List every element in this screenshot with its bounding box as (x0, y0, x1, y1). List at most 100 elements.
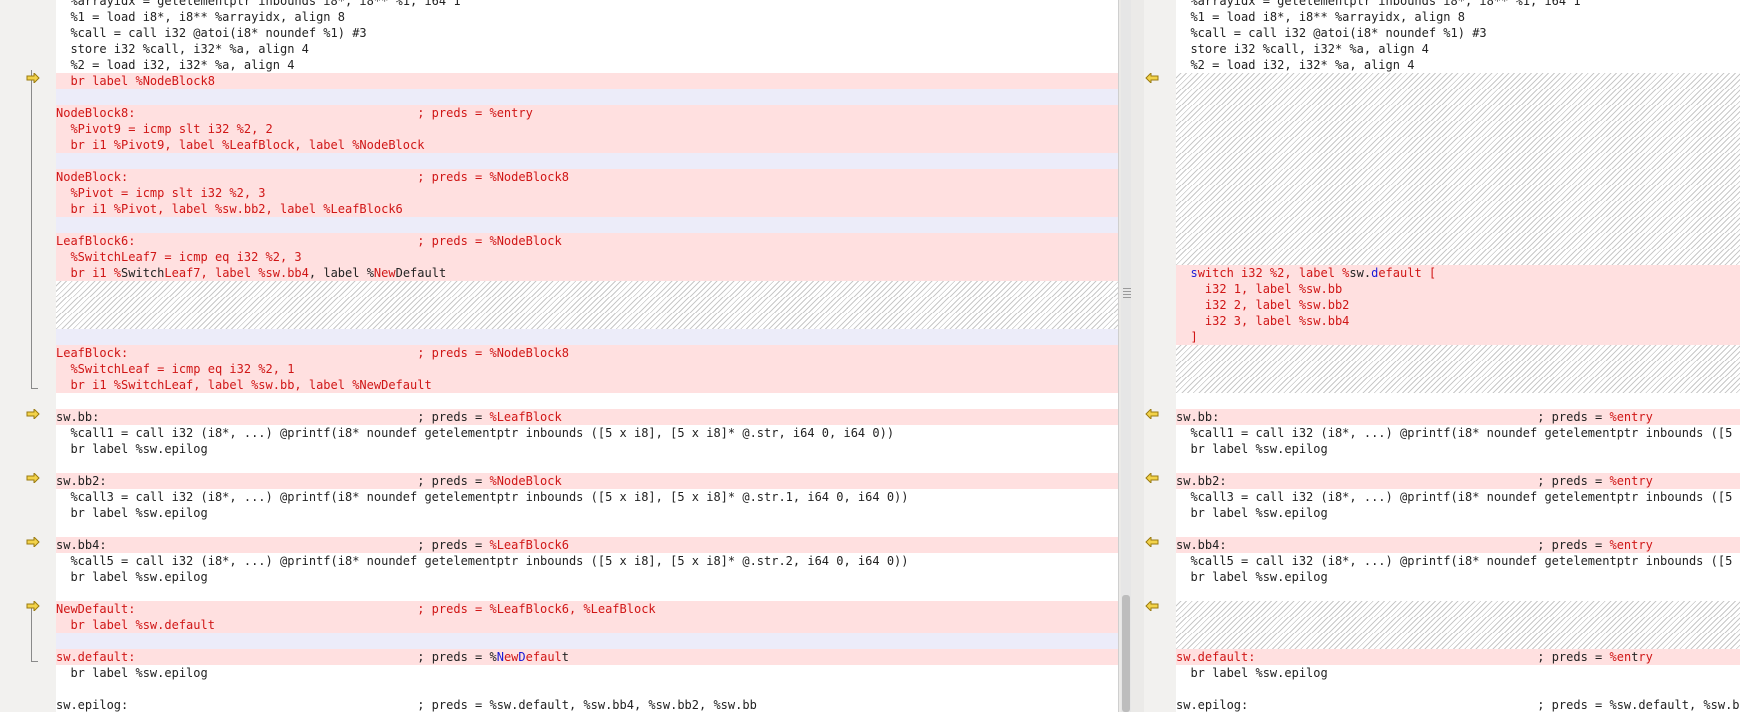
code-line[interactable] (56, 329, 1118, 345)
left-code-area[interactable]: %arrayidx = getelementptr inbounds i8*, … (56, 0, 1118, 712)
code-line[interactable]: LeafBlock: ; preds = %NodeBlock8 (56, 345, 1118, 361)
code-line[interactable]: NodeBlock8: ; preds = %entry (56, 105, 1118, 121)
code-line[interactable] (1176, 137, 1740, 153)
code-line[interactable]: br label %sw.epilog (1176, 441, 1740, 457)
scrollbar-thumb[interactable] (1122, 595, 1130, 712)
code-line[interactable]: sw.default: ; preds = %entry (1176, 649, 1740, 665)
code-line[interactable]: i32 1, label %sw.bb (1176, 281, 1740, 297)
code-line[interactable]: sw.bb4: ; preds = %LeafBlock6 (56, 537, 1118, 553)
code-line[interactable] (56, 585, 1118, 601)
code-line[interactable]: i32 3, label %sw.bb4 (1176, 313, 1740, 329)
code-line[interactable]: %2 = load i32, i32* %a, align 4 (1176, 57, 1740, 73)
code-line[interactable] (56, 457, 1118, 473)
code-line[interactable]: store i32 %call, i32* %a, align 4 (56, 41, 1118, 57)
code-line[interactable]: sw.bb2: ; preds = %entry (1176, 473, 1740, 489)
right-diff-pane[interactable]: %arrayidx = getelementptr inbounds i8*, … (1144, 0, 1740, 712)
arrow-left-icon[interactable] (1145, 409, 1159, 419)
code-line[interactable]: sw.bb: ; preds = %entry (1176, 409, 1740, 425)
code-line[interactable] (1176, 617, 1740, 633)
code-line[interactable] (1176, 681, 1740, 697)
code-line[interactable] (1176, 73, 1740, 89)
code-line[interactable] (1176, 585, 1740, 601)
code-line[interactable] (56, 521, 1118, 537)
code-line[interactable]: sw.epilog: ; preds = %sw.default, %sw.bb… (56, 697, 1118, 712)
code-line[interactable]: br label %sw.epilog (1176, 505, 1740, 521)
code-line[interactable]: br i1 %SwitchLeaf7, label %sw.bb4, label… (56, 265, 1118, 281)
code-line[interactable]: %Pivot = icmp slt i32 %2, 3 (56, 185, 1118, 201)
arrow-right-icon[interactable] (26, 601, 40, 611)
code-line[interactable] (56, 281, 1118, 297)
code-line[interactable]: br label %sw.epilog (1176, 665, 1740, 681)
code-line[interactable]: br label %sw.epilog (56, 569, 1118, 585)
left-diff-pane[interactable]: %arrayidx = getelementptr inbounds i8*, … (0, 0, 1118, 712)
code-line[interactable]: %Pivot9 = icmp slt i32 %2, 2 (56, 121, 1118, 137)
code-line[interactable] (1176, 89, 1740, 105)
arrow-left-icon[interactable] (1145, 73, 1159, 83)
code-line[interactable]: %call1 = call i32 (i8*, ...) @printf(i8*… (56, 425, 1118, 441)
code-line[interactable]: NewDefault: ; preds = %LeafBlock6, %Leaf… (56, 601, 1118, 617)
right-code-area[interactable]: %arrayidx = getelementptr inbounds i8*, … (1176, 0, 1740, 712)
code-line[interactable]: store i32 %call, i32* %a, align 4 (1176, 41, 1740, 57)
code-line[interactable]: br i1 %Pivot, label %sw.bb2, label %Leaf… (56, 201, 1118, 217)
code-line[interactable]: br label %sw.epilog (56, 441, 1118, 457)
code-line[interactable] (56, 681, 1118, 697)
code-line[interactable] (56, 297, 1118, 313)
code-line[interactable]: %arrayidx = getelementptr inbounds i8*, … (56, 0, 1118, 9)
arrow-left-icon[interactable] (1145, 537, 1159, 547)
code-line[interactable]: %arrayidx = getelementptr inbounds i8*, … (1176, 0, 1740, 9)
code-line[interactable] (1176, 377, 1740, 393)
code-line[interactable] (1176, 345, 1740, 361)
code-line[interactable]: %call = call i32 @atoi(i8* noundef %1) #… (56, 25, 1118, 41)
code-line[interactable] (1176, 393, 1740, 409)
code-line[interactable]: br i1 %SwitchLeaf, label %sw.bb, label %… (56, 377, 1118, 393)
code-line[interactable] (1176, 153, 1740, 169)
code-line[interactable]: br label %sw.epilog (1176, 569, 1740, 585)
arrow-right-icon[interactable] (26, 473, 40, 483)
left-vertical-scrollbar[interactable] (1121, 0, 1131, 712)
arrow-right-icon[interactable] (26, 73, 40, 83)
code-line[interactable]: ] (1176, 329, 1740, 345)
splitter-grip-icon[interactable] (1123, 288, 1131, 300)
code-line[interactable]: %2 = load i32, i32* %a, align 4 (56, 57, 1118, 73)
arrow-left-icon[interactable] (1145, 601, 1159, 611)
code-line[interactable]: sw.bb4: ; preds = %entry (1176, 537, 1740, 553)
arrow-right-icon[interactable] (26, 537, 40, 547)
code-line[interactable] (56, 89, 1118, 105)
code-line[interactable]: %call3 = call i32 (i8*, ...) @printf(i8*… (56, 489, 1118, 505)
code-line[interactable]: switch i32 %2, label %sw.default [ (1176, 265, 1740, 281)
code-line[interactable] (56, 393, 1118, 409)
code-line[interactable]: %call = call i32 @atoi(i8* noundef %1) #… (1176, 25, 1740, 41)
code-line[interactable]: i32 2, label %sw.bb2 (1176, 297, 1740, 313)
code-line[interactable]: sw.bb2: ; preds = %NodeBlock (56, 473, 1118, 489)
code-line[interactable]: br label %sw.epilog (56, 505, 1118, 521)
code-line[interactable] (56, 633, 1118, 649)
code-line[interactable]: LeafBlock6: ; preds = %NodeBlock (56, 233, 1118, 249)
code-line[interactable] (1176, 105, 1740, 121)
code-line[interactable] (1176, 249, 1740, 265)
code-line[interactable] (1176, 601, 1740, 617)
code-line[interactable] (1176, 633, 1740, 649)
code-line[interactable]: br i1 %Pivot9, label %LeafBlock, label %… (56, 137, 1118, 153)
code-line[interactable]: sw.bb: ; preds = %LeafBlock (56, 409, 1118, 425)
code-line[interactable]: %SwitchLeaf = icmp eq i32 %2, 1 (56, 361, 1118, 377)
code-line[interactable] (1176, 185, 1740, 201)
code-line[interactable] (1176, 121, 1740, 137)
code-line[interactable]: sw.default: ; preds = %NewDefault (56, 649, 1118, 665)
code-line[interactable]: sw.epilog: ; preds = %sw.default, %sw.bb… (1176, 697, 1740, 712)
code-line[interactable]: %call5 = call i32 (i8*, ...) @printf(i8*… (56, 553, 1118, 569)
code-line[interactable]: %call1 = call i32 (i8*, ...) @printf(i8*… (1176, 425, 1740, 441)
code-line[interactable] (1176, 233, 1740, 249)
code-line[interactable]: %call3 = call i32 (i8*, ...) @printf(i8*… (1176, 489, 1740, 505)
code-line[interactable] (1176, 521, 1740, 537)
arrow-right-icon[interactable] (26, 409, 40, 419)
code-line[interactable] (1176, 217, 1740, 233)
code-line[interactable] (56, 313, 1118, 329)
code-line[interactable]: %1 = load i8*, i8** %arrayidx, align 8 (1176, 9, 1740, 25)
code-line[interactable] (1176, 201, 1740, 217)
code-line[interactable]: NodeBlock: ; preds = %NodeBlock8 (56, 169, 1118, 185)
code-line[interactable]: br label %NodeBlock8 (56, 73, 1118, 89)
code-line[interactable] (1176, 169, 1740, 185)
code-line[interactable]: br label %sw.default (56, 617, 1118, 633)
code-line[interactable] (1176, 457, 1740, 473)
code-line[interactable] (56, 153, 1118, 169)
